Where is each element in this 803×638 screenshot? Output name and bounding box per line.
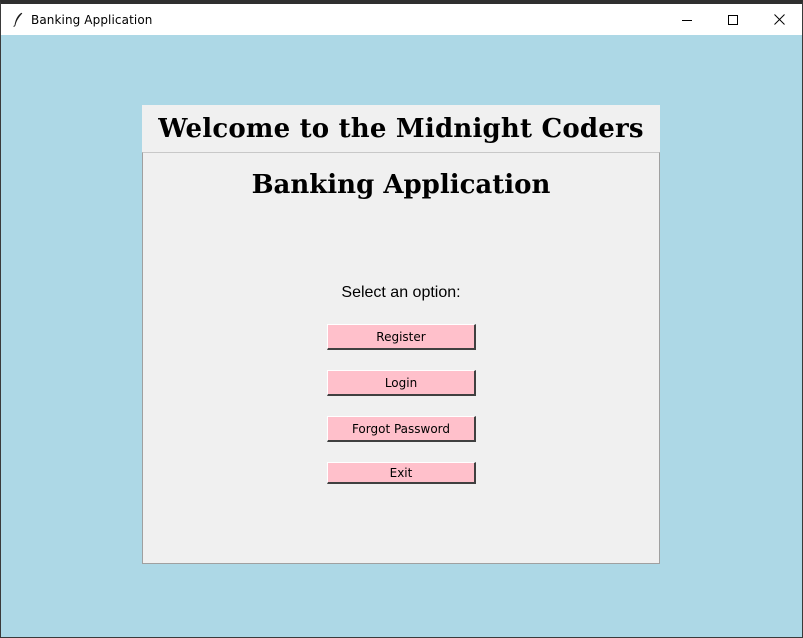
close-icon <box>773 10 785 29</box>
title-bar[interactable]: Banking Application <box>1 4 802 35</box>
minimize-button[interactable] <box>664 4 710 35</box>
welcome-heading: Welcome to the Midnight Coders <box>158 114 644 144</box>
window-title: Banking Application <box>31 12 153 27</box>
register-button[interactable]: Register <box>327 324 476 350</box>
maximize-button[interactable] <box>710 4 756 35</box>
client-area: Welcome to the Midnight Coders Banking A… <box>1 35 802 637</box>
select-option-label: Select an option: <box>341 284 461 301</box>
main-menu-frame: Banking Application Select an option: Re… <box>142 152 660 564</box>
forgot-password-button[interactable]: Forgot Password <box>327 416 476 442</box>
exit-button[interactable]: Exit <box>327 462 476 484</box>
window-controls <box>664 4 802 35</box>
app-window: Banking Application Welcome to the Midni… <box>0 0 803 638</box>
welcome-banner: Welcome to the Midnight Coders <box>142 105 660 153</box>
maximize-icon <box>728 10 738 29</box>
app-name-heading: Banking Application <box>251 170 551 200</box>
feather-icon <box>11 12 25 28</box>
login-button[interactable]: Login <box>327 370 476 396</box>
minimize-icon <box>682 10 692 29</box>
close-button[interactable] <box>756 4 802 35</box>
